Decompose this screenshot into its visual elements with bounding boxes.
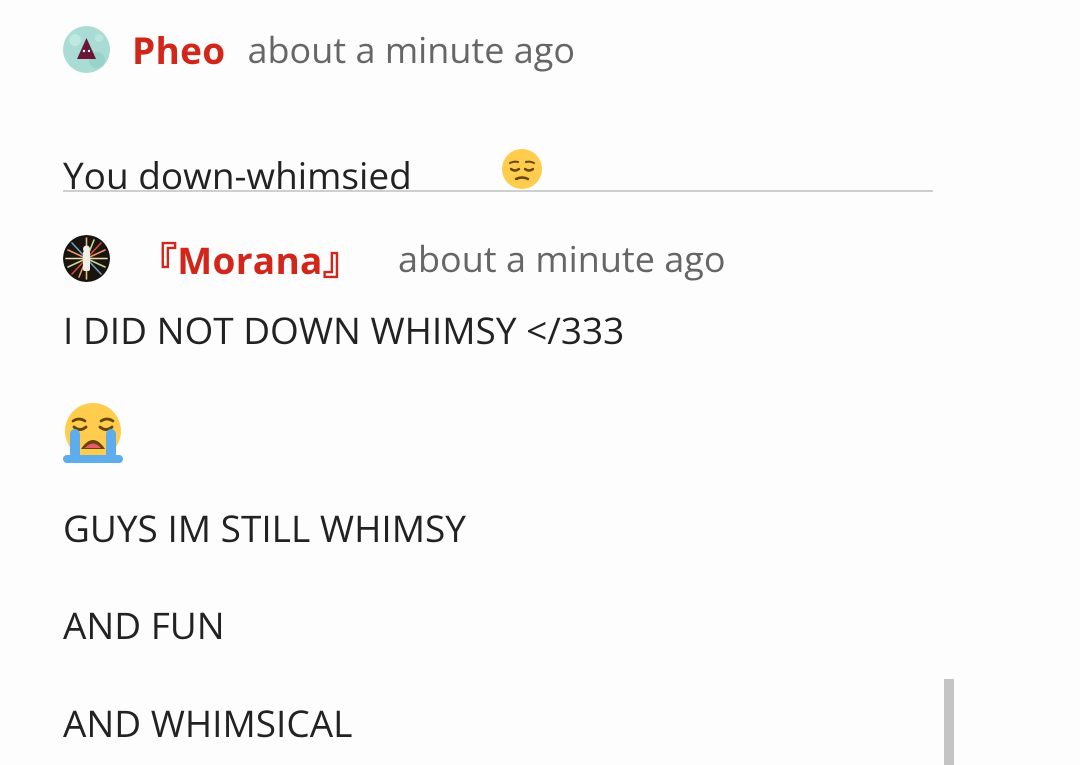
comment-text: You down-whimsied xyxy=(63,148,412,200)
comment: Pheo about a minute ago You down-whimsie… xyxy=(63,24,933,251)
avatar[interactable] xyxy=(63,234,110,282)
loudly-crying-face-emoji xyxy=(61,401,125,470)
triangle-avatar-icon xyxy=(63,25,110,73)
comment-text: I DID NOT DOWN WHIMSY </333 xyxy=(63,304,625,355)
comment-header: 『Morana』 about a minute ago xyxy=(63,231,933,285)
avatar[interactable] xyxy=(63,25,110,73)
timestamp[interactable]: about a minute ago xyxy=(398,234,725,283)
comment-body: You down-whimsied xyxy=(63,98,933,251)
comment-divider xyxy=(63,190,933,192)
comment: 『Morana』 about a minute ago I DID NOT DO… xyxy=(63,231,933,748)
scrollbar[interactable] xyxy=(944,679,954,765)
pensive-face-emoji xyxy=(424,98,543,251)
comment-thread: Pheo about a minute ago You down-whimsie… xyxy=(0,0,1080,765)
username[interactable]: Pheo xyxy=(132,24,226,75)
comment-text: AND FUN xyxy=(63,599,225,650)
comment-text: GUYS IM STILL WHIMSY xyxy=(63,502,466,553)
username[interactable]: 『Morana』 xyxy=(140,231,360,285)
comment-header: Pheo about a minute ago xyxy=(63,24,933,75)
starburst-avatar-icon xyxy=(63,234,110,282)
timestamp[interactable]: about a minute ago xyxy=(248,25,575,74)
comment-text: AND WHIMSICAL xyxy=(63,697,353,748)
